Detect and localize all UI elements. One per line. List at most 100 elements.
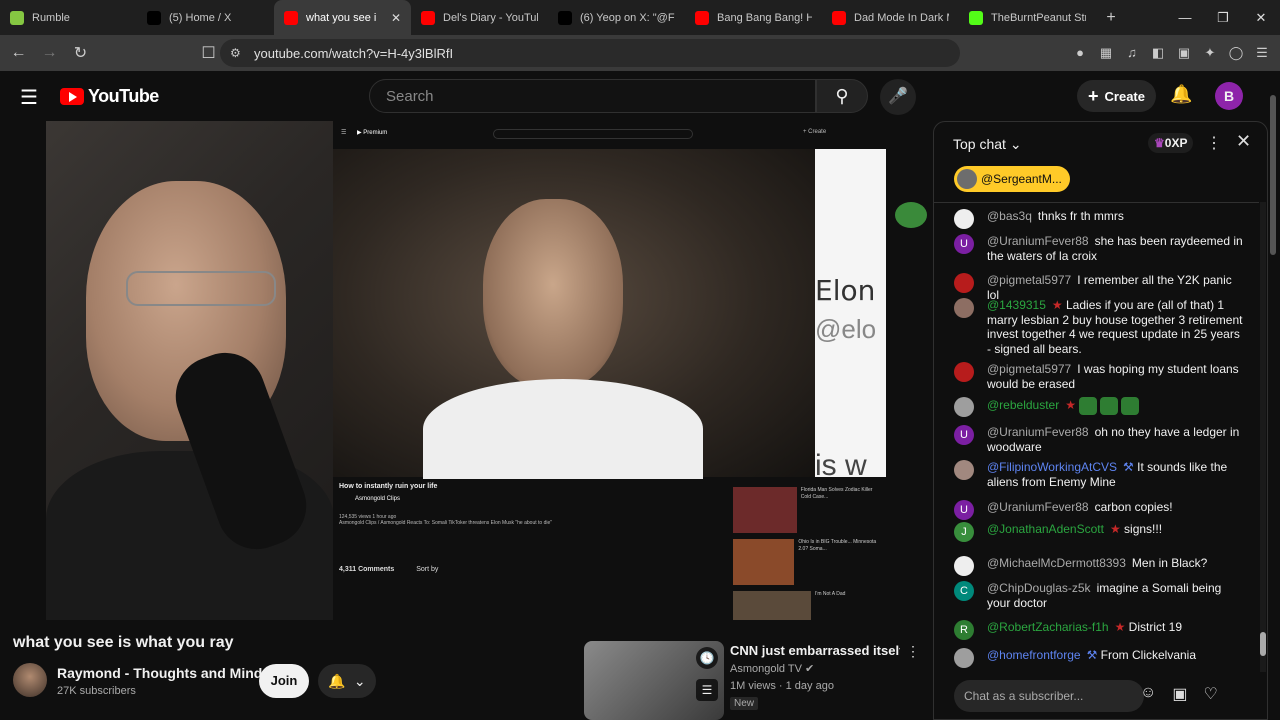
- chat-author-name[interactable]: @pigmetal5977: [987, 273, 1071, 287]
- channel-name[interactable]: Raymond - Thoughts and Mind: [57, 665, 262, 681]
- recommended-thumbnail[interactable]: 🕓 ☰: [584, 641, 724, 720]
- browser-tab[interactable]: Bang Bang Bang! HD: [685, 0, 822, 35]
- notifications-bell-icon[interactable]: 🔔: [1170, 84, 1192, 105]
- recommended-video[interactable]: 🕓 ☰ CNN just embarrassed itself... Asmon…: [584, 641, 929, 720]
- top-chat-dropdown[interactable]: Top chat ⌄: [953, 136, 1022, 153]
- browser-tab[interactable]: (5) Home / X: [137, 0, 274, 35]
- chat-message: @FilipinoWorkingAtCVS ⚒ It sounds like th…: [954, 460, 1244, 489]
- chat-author-name[interactable]: @MichaelMcDermott8393: [987, 556, 1126, 570]
- pinned-user-chip[interactable]: @SergeantM...: [954, 166, 1070, 192]
- chat-author-avatar[interactable]: [954, 648, 974, 668]
- chat-message-body: @MichaelMcDermott8393 Men in Black?: [987, 556, 1244, 571]
- chat-author-avatar[interactable]: [954, 273, 974, 293]
- join-button[interactable]: Join: [259, 664, 309, 698]
- chat-author-name[interactable]: @UraniumFever88: [987, 500, 1089, 514]
- puzzle-icon[interactable]: ▦: [1098, 45, 1114, 61]
- chat-author-name[interactable]: @pigmetal5977: [987, 362, 1071, 376]
- add-to-queue-icon[interactable]: ☰: [696, 679, 718, 701]
- browser-tab[interactable]: Del's Diary - YouTube: [411, 0, 548, 35]
- watch-later-icon[interactable]: 🕓: [696, 647, 718, 669]
- menu-icon[interactable]: ☰: [1254, 45, 1270, 61]
- minimize-icon[interactable]: —: [1166, 0, 1204, 35]
- sidebar-icon[interactable]: ◧: [1150, 45, 1166, 61]
- search-button[interactable]: ⚲: [816, 79, 868, 113]
- create-button[interactable]: + Create: [1077, 80, 1156, 112]
- browser-tab[interactable]: what you see i ✕: [274, 0, 411, 35]
- member-badge-icon: ★: [1109, 522, 1125, 536]
- close-window-icon[interactable]: ✕: [1242, 0, 1280, 35]
- url-field[interactable]: ⚙ youtube.com/watch?v=H-4y3lBlRfI: [220, 39, 960, 67]
- recommended-meta: 1M views · 1 day ago: [730, 680, 834, 692]
- recommended-title[interactable]: CNN just embarrassed itself...: [730, 643, 900, 658]
- chat-author-avatar[interactable]: U: [954, 234, 974, 254]
- voice-search-button[interactable]: 🎤: [880, 79, 916, 115]
- chat-author-avatar[interactable]: U: [954, 500, 974, 520]
- forward-icon[interactable]: →: [37, 44, 62, 62]
- chat-author-name[interactable]: @bas3q: [987, 209, 1032, 223]
- tab-close-icon[interactable]: ✕: [391, 11, 401, 25]
- browser-tab[interactable]: Dad Mode In Dark Mo: [822, 0, 959, 35]
- chat-author-avatar[interactable]: R: [954, 620, 974, 640]
- page-scrollbar-thumb[interactable]: [1270, 95, 1276, 255]
- browser-tab[interactable]: TheBurntPeanut Strea: [959, 0, 1096, 35]
- inner-comments: 4,311 Comments Sort by: [339, 566, 438, 573]
- chat-message: @pigmetal5977 I was hoping my student loa…: [954, 362, 1244, 391]
- chat-messages: @bas3q thnks fr th mmrs U @UraniumFever88 sh…: [934, 202, 1259, 668]
- chat-author-avatar[interactable]: C: [954, 581, 974, 601]
- chat-author-avatar[interactable]: U: [954, 425, 974, 445]
- chat-author-name[interactable]: @UraniumFever88: [987, 234, 1089, 248]
- wallet-icon[interactable]: ▣: [1176, 45, 1192, 61]
- chat-author-name[interactable]: @JonathanAdenScott: [987, 522, 1104, 536]
- super-chat-icon[interactable]: ▣: [1172, 684, 1187, 704]
- new-tab-button[interactable]: +: [1096, 9, 1126, 27]
- inner-rec-title: Ohio Is in BIG Trouble... Minnesota 2.0?…: [798, 539, 877, 552]
- vpn-icon[interactable]: ◯: [1228, 45, 1244, 61]
- chat-input[interactable]: Chat as a subscriber...: [954, 680, 1144, 712]
- chat-author-avatar[interactable]: [954, 298, 974, 318]
- chat-author-name[interactable]: @RobertZacharias-f1h: [987, 620, 1109, 634]
- xp-badge[interactable]: ♛0XP: [1148, 133, 1194, 153]
- youtube-logo[interactable]: YouTube: [60, 86, 159, 107]
- chat-author-avatar[interactable]: [954, 209, 974, 229]
- chat-author-avatar[interactable]: [954, 362, 974, 382]
- site-info-icon[interactable]: ⚙: [230, 46, 241, 60]
- search-input[interactable]: [370, 80, 815, 112]
- video-player[interactable]: ☰ ▶ Premium + Create Elon @elo is w How …: [46, 121, 886, 620]
- bookmark-icon[interactable]: ☐: [196, 43, 221, 63]
- more-actions-icon[interactable]: ⋮: [906, 643, 920, 660]
- emoji-icon[interactable]: ☺: [1140, 684, 1156, 704]
- chat-author-name[interactable]: @rebelduster: [987, 398, 1059, 412]
- chat-author-name[interactable]: @1439315: [987, 298, 1046, 312]
- browser-tab[interactable]: Rumble: [0, 0, 137, 35]
- chat-author-avatar[interactable]: [954, 397, 974, 417]
- chat-scrollbar-thumb[interactable]: [1260, 632, 1266, 656]
- extension-icon[interactable]: ●: [1072, 45, 1088, 61]
- chat-author-name[interactable]: @homefrontforge: [987, 648, 1081, 662]
- media-icon[interactable]: ♫: [1124, 45, 1140, 61]
- search-icon: ⚲: [835, 86, 849, 106]
- reload-icon[interactable]: ↻: [68, 43, 93, 63]
- chat-author-avatar[interactable]: J: [954, 522, 974, 542]
- page-scrollbar[interactable]: [1270, 85, 1276, 720]
- hamburger-menu-icon[interactable]: ☰: [20, 85, 38, 110]
- channel-avatar[interactable]: [13, 663, 47, 697]
- chat-close-icon[interactable]: ✕: [1236, 131, 1251, 152]
- browser-tab[interactable]: (6) Yeop on X: "@Fors: [548, 0, 685, 35]
- chat-author-avatar[interactable]: [954, 556, 974, 576]
- chat-author-name[interactable]: @ChipDouglas-z5k: [987, 581, 1091, 595]
- recommended-channel[interactable]: Asmongold TV ✔: [730, 662, 814, 675]
- back-icon[interactable]: ←: [6, 44, 31, 62]
- chat-author-name[interactable]: @UraniumFever88: [987, 425, 1089, 439]
- chat-scrollbar[interactable]: [1260, 202, 1266, 672]
- account-avatar[interactable]: B: [1215, 82, 1243, 110]
- chat-more-icon[interactable]: ⋮: [1206, 133, 1222, 153]
- chat-author-name[interactable]: @FilipinoWorkingAtCVS: [987, 460, 1117, 474]
- chat-author-avatar[interactable]: [954, 460, 974, 480]
- restore-icon[interactable]: ❐: [1204, 0, 1242, 35]
- leo-icon[interactable]: ✦: [1202, 45, 1218, 61]
- member-badge-icon: ★: [1114, 620, 1129, 634]
- youtube-logo-text: YouTube: [88, 86, 159, 106]
- emote-icon: [1100, 397, 1119, 415]
- heart-icon[interactable]: ♡: [1203, 684, 1217, 704]
- subscribed-bell-button[interactable]: 🔔 ⌄: [318, 664, 376, 698]
